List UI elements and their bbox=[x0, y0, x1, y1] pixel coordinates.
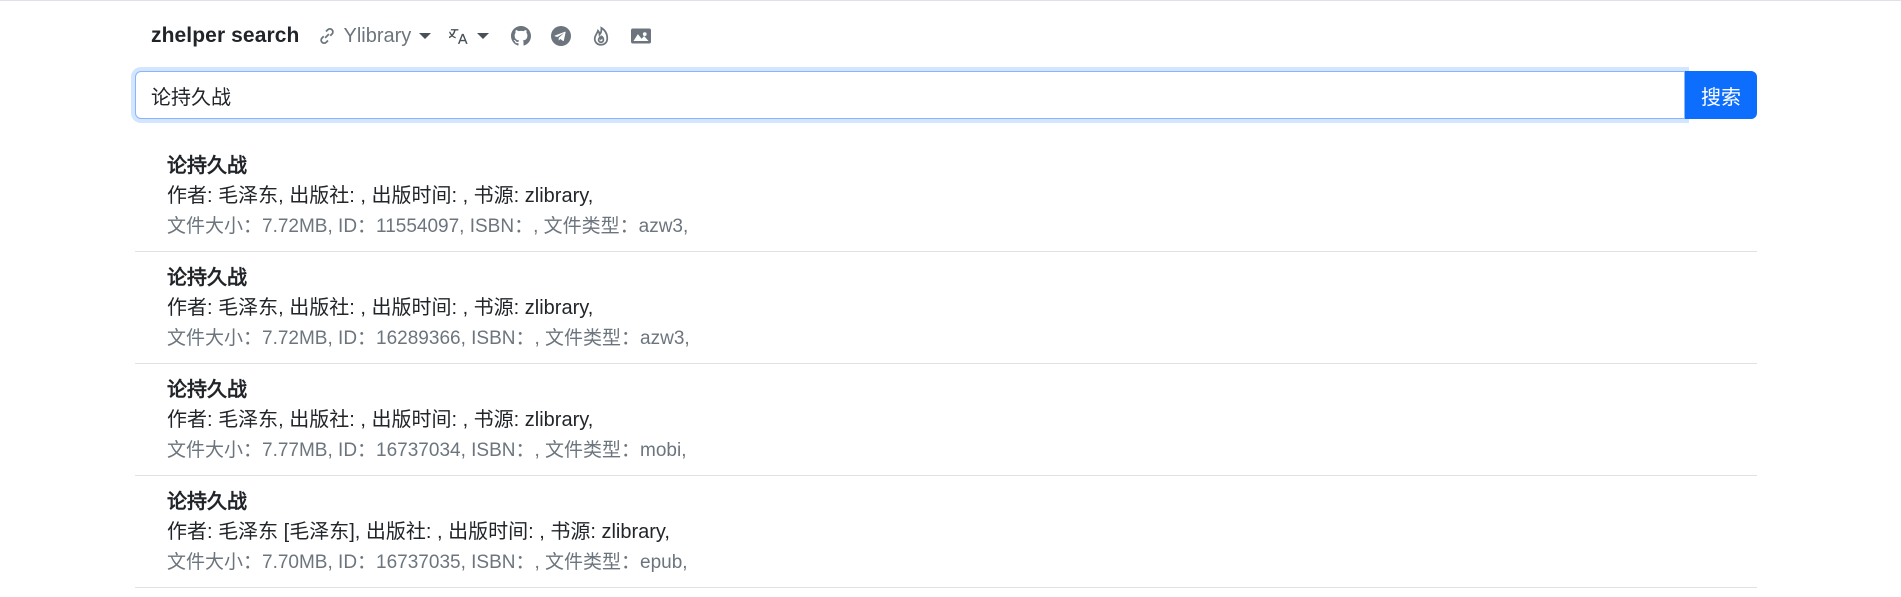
list-item[interactable]: 论持久战 作者: 毛泽东 [毛泽东], 出版社: , 出版时间: , 书源: z… bbox=[135, 476, 1757, 588]
github-icon[interactable] bbox=[511, 26, 532, 46]
navbar: zhelper search Ylibrary bbox=[135, 0, 1757, 72]
result-info: 文件大小：7.72MB, ID：16289366, ISBN：, 文件类型：az… bbox=[167, 328, 690, 349]
brand-title[interactable]: zhelper search bbox=[151, 24, 299, 48]
result-meta: 作者: 毛泽东, 出版社: , 出版时间: , 书源: zlibrary, bbox=[167, 297, 594, 319]
result-meta: 作者: 毛泽东, 出版社: , 出版时间: , 书源: zlibrary, bbox=[167, 409, 594, 431]
source-dropdown-label: Ylibrary bbox=[343, 24, 412, 47]
result-info: 文件大小：7.72MB, ID：11554097, ISBN：, 文件类型：az… bbox=[167, 216, 689, 237]
result-info: 文件大小：7.77MB, ID：16737034, ISBN：, 文件类型：mo… bbox=[167, 440, 687, 461]
search-form: 搜索 bbox=[135, 71, 1757, 119]
icon-links bbox=[511, 26, 652, 46]
fire-icon[interactable] bbox=[591, 26, 611, 46]
translate-icon bbox=[449, 26, 469, 46]
result-meta: 作者: 毛泽东, 出版社: , 出版时间: , 书源: zlibrary, bbox=[167, 185, 594, 207]
search-input[interactable] bbox=[135, 71, 1685, 119]
list-item[interactable]: 论持久战 作者: 毛泽东, 出版社: , 出版时间: , 书源: zlibrar… bbox=[135, 252, 1757, 364]
page-container: zhelper search Ylibrary 论持久战 搜索 论持久战 作者:… bbox=[135, 0, 1757, 588]
image-icon[interactable] bbox=[631, 26, 652, 46]
language-dropdown[interactable] bbox=[449, 26, 490, 46]
source-dropdown[interactable]: Ylibrary bbox=[317, 24, 432, 48]
list-item[interactable]: 论持久战 作者: 毛泽东, 出版社: , 出版时间: , 书源: zlibrar… bbox=[135, 364, 1757, 476]
result-meta: 作者: 毛泽东 [毛泽东], 出版社: , 出版时间: , 书源: zlibra… bbox=[167, 521, 670, 543]
link-icon bbox=[317, 26, 337, 46]
list-item[interactable]: 论持久战 作者: 毛泽东, 出版社: , 出版时间: , 书源: zlibrar… bbox=[135, 140, 1757, 252]
result-title: 论持久战 bbox=[167, 155, 247, 177]
chevron-down-icon bbox=[419, 33, 432, 39]
telegram-icon[interactable] bbox=[551, 26, 572, 46]
results-list: 论持久战 作者: 毛泽东, 出版社: , 出版时间: , 书源: zlibrar… bbox=[135, 140, 1757, 588]
result-title: 论持久战 bbox=[167, 491, 247, 513]
result-title: 论持久战 bbox=[167, 267, 247, 289]
chevron-down-icon bbox=[477, 33, 490, 39]
result-info: 文件大小：7.70MB, ID：16737035, ISBN：, 文件类型：ep… bbox=[167, 552, 688, 573]
result-title: 论持久战 bbox=[167, 379, 247, 401]
search-button[interactable]: 搜索 bbox=[1685, 71, 1757, 119]
